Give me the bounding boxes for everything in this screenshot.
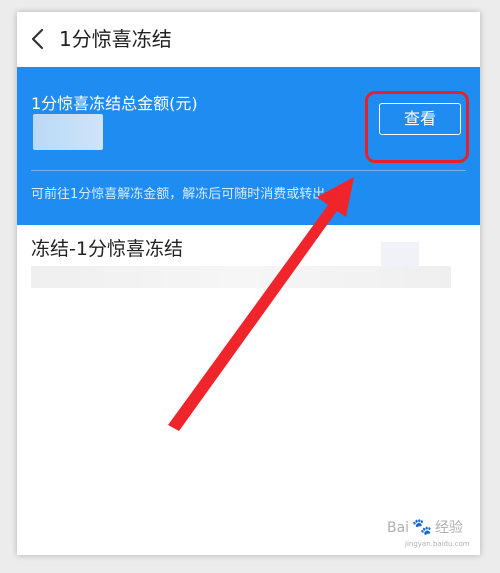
divider (31, 170, 466, 171)
watermark-url: jingyan.baidu.com (405, 540, 470, 548)
watermark-brand-left: Bai (387, 520, 410, 536)
unfreeze-notice: 可前往1分惊喜解冻金额，解冻后可随时消费或转出 (31, 187, 326, 202)
paw-icon: 🐾 (412, 517, 432, 536)
blurred-value (381, 242, 419, 268)
frozen-record-title[interactable]: 冻结-1分惊喜冻结 (31, 234, 183, 261)
watermark-brand-right: 经验 (435, 520, 463, 536)
total-frozen-label: 1分惊喜冻结总金额(元) (31, 94, 198, 113)
watermark-brand: Bai 🐾 经验 (387, 517, 463, 537)
red-highlight-box (365, 91, 469, 163)
blurred-amount (33, 114, 103, 150)
chevron-left-icon[interactable] (23, 24, 53, 54)
frozen-summary-panel: 1分惊喜冻结总金额(元) 查看 可前往1分惊喜解冻金额，解冻后可随时消费或转出 (17, 67, 480, 225)
phone-screen: 1分惊喜冻结 1分惊喜冻结总金额(元) 查看 可前往1分惊喜解冻金额，解冻后可随… (17, 12, 480, 555)
navigation-bar: 1分惊喜冻结 (17, 12, 480, 67)
blurred-record-detail (31, 266, 451, 288)
page-title: 1分惊喜冻结 (59, 27, 172, 51)
